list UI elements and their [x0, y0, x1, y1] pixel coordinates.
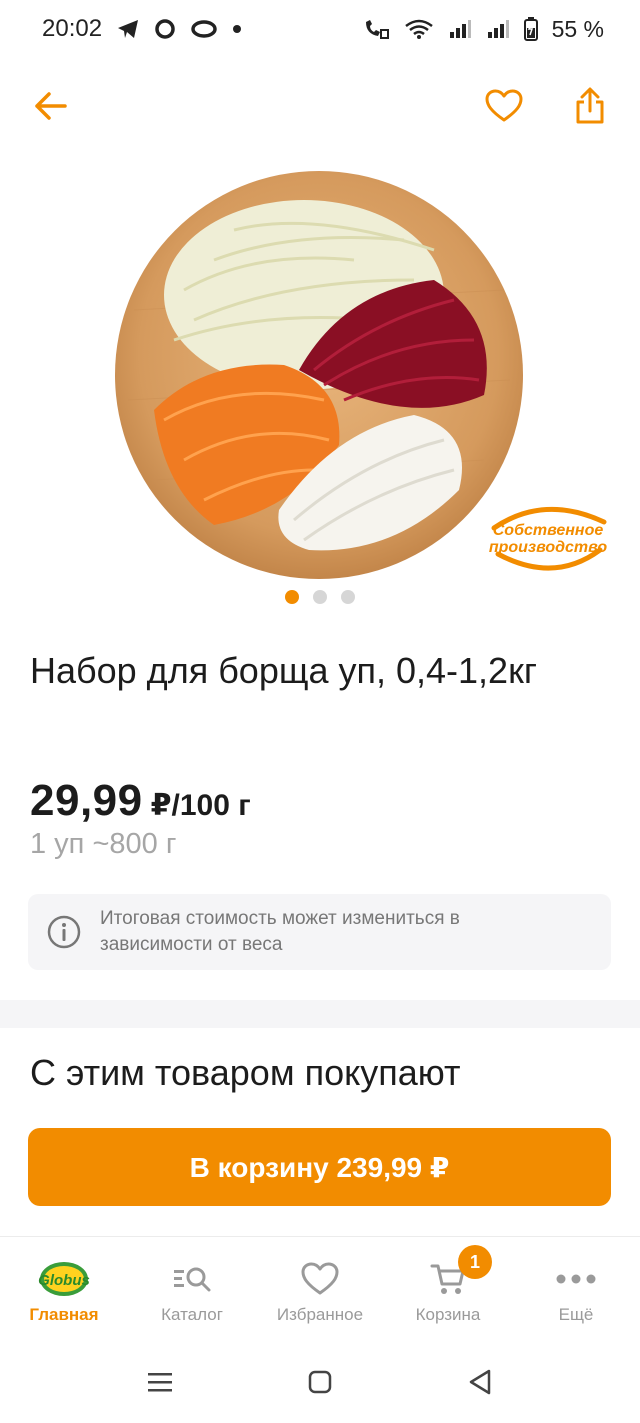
product-title: Набор для борща уп, 0,4-1,2кг [30, 650, 537, 691]
nav-item-more[interactable]: Ещё [512, 1237, 640, 1337]
globus-logo-icon: Globus [0, 1259, 128, 1299]
battery-percent: 55 % [551, 15, 604, 42]
status-right: 55 % [362, 16, 604, 43]
back-button[interactable] [22, 80, 78, 136]
cart-count-badge: 1 [458, 1245, 492, 1279]
heart-icon [485, 89, 523, 128]
nav-label-home: Главная [29, 1305, 99, 1324]
nav-label-more: Ещё [558, 1305, 594, 1324]
nav-label-favorites: Избранное [276, 1305, 364, 1324]
dot-icon [232, 24, 242, 34]
signal-icon [486, 18, 510, 40]
product-image[interactable] [114, 170, 524, 580]
wifi-call-icon [362, 18, 390, 40]
info-text: Итоговая стоимость может измениться в за… [100, 908, 460, 955]
home-button[interactable] [290, 1364, 350, 1404]
menu-lines-icon [147, 1371, 173, 1398]
carousel-dots [0, 590, 640, 606]
info-notice: Итоговая стоимость может измениться в за… [28, 894, 611, 970]
carousel-dot[interactable] [313, 590, 327, 604]
status-bar: 20:02 55 % [0, 0, 640, 58]
more-dots-icon [512, 1259, 640, 1299]
nav-item-cart[interactable]: 1 Корзина [384, 1237, 512, 1337]
related-section-title: С этим товаром покупают [30, 1052, 461, 1093]
nav-label-catalog: Каталог [161, 1305, 223, 1324]
add-to-cart-label: В корзину 239,99 ₽ [189, 1151, 450, 1183]
cart-icon [384, 1259, 512, 1299]
favorite-button[interactable] [476, 80, 532, 136]
add-to-cart-button[interactable]: В корзину 239,99 ₽ [28, 1128, 611, 1206]
back-system-button[interactable] [450, 1364, 510, 1404]
price-row: 29,99 ₽/100 г [30, 776, 251, 826]
system-nav-bar [0, 1344, 640, 1423]
price-value: 29,99 [30, 776, 143, 825]
triangle-back-icon [468, 1369, 492, 1400]
vegetable-board-image [115, 171, 523, 579]
battery-icon [523, 17, 538, 41]
chat-icon [154, 18, 176, 40]
recent-apps-button[interactable] [130, 1364, 190, 1404]
pack-info: 1 уп ~800 г [30, 828, 177, 860]
section-divider [0, 1000, 640, 1028]
badge-line1: Собственное [493, 522, 604, 539]
carousel-dot[interactable] [341, 590, 355, 604]
share-icon [574, 87, 606, 130]
status-time: 20:02 [42, 15, 103, 42]
share-button[interactable] [562, 80, 618, 136]
loop-icon [190, 19, 218, 39]
signal-icon [448, 18, 472, 40]
info-icon [46, 914, 82, 950]
heart-icon [256, 1259, 384, 1299]
nav-item-catalog[interactable]: Каталог [128, 1237, 256, 1337]
square-icon [308, 1370, 332, 1399]
nav-item-favorites[interactable]: Избранное [256, 1237, 384, 1337]
catalog-search-icon [128, 1259, 256, 1299]
carousel-dot[interactable] [285, 590, 299, 604]
nav-item-home[interactable]: Globus Главная [0, 1237, 128, 1337]
nav-label-cart: Корзина [415, 1305, 481, 1324]
badge-line2: производство [489, 539, 608, 556]
wifi-icon [404, 18, 434, 40]
telegram-icon [116, 18, 140, 40]
own-production-badge: Собственное производство [484, 494, 612, 576]
globus-logo-text: Globus [38, 1272, 90, 1289]
top-bar [0, 80, 640, 136]
bottom-nav: Globus Главная Каталог Избранное 1 Корзи… [0, 1236, 640, 1336]
status-left: 20:02 [42, 15, 242, 43]
arrow-left-icon [33, 91, 67, 126]
price-unit: ₽/100 г [150, 789, 251, 822]
